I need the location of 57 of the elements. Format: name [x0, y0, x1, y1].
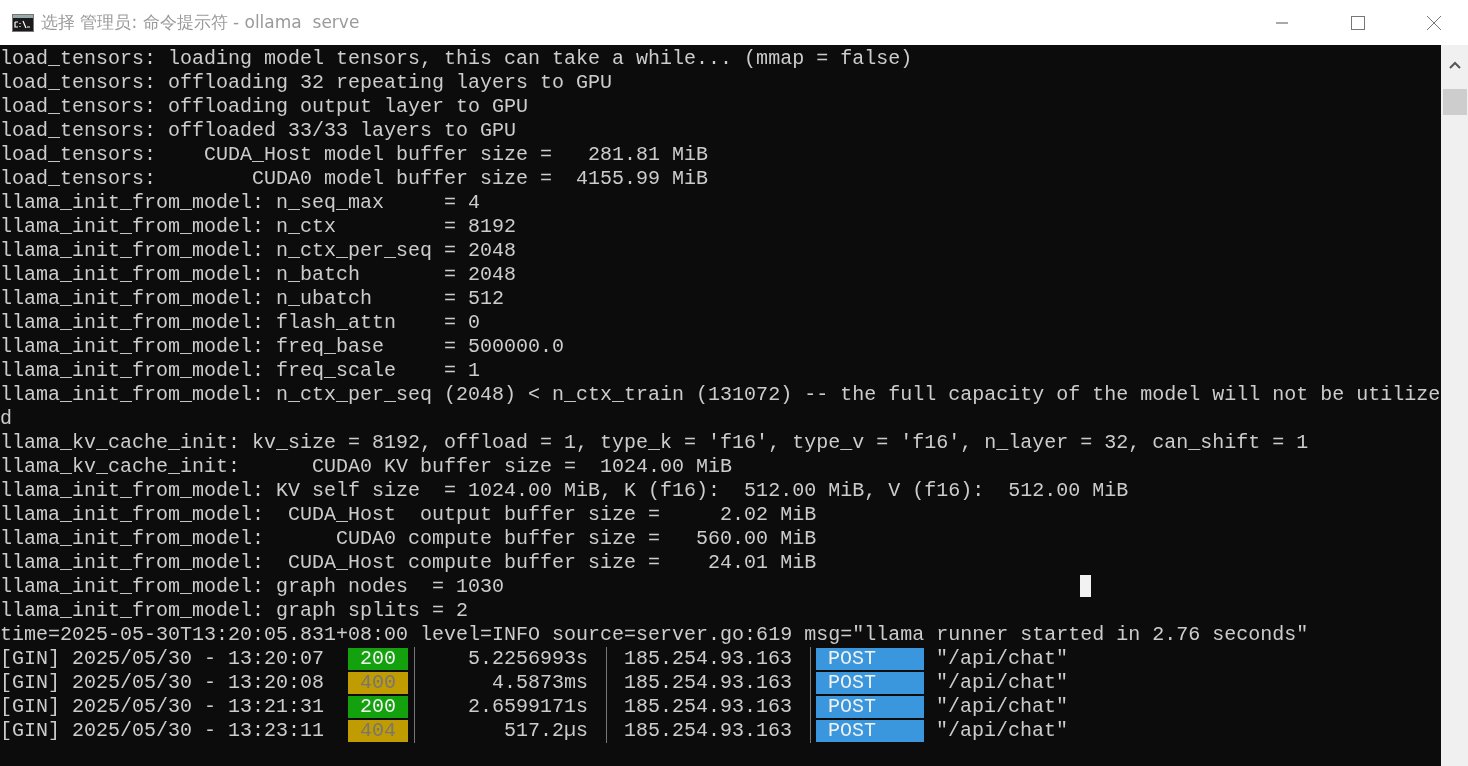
terminal-line: llama_init_from_model: KV self size = 1024.00 MiB, K (f16): 512.00 MiB, V (f16): 512.00 MiB [0, 479, 1129, 503]
terminal-line: llama_init_from_model: freq_scale = 1 [0, 359, 481, 383]
status-code-badge: 404 [348, 720, 409, 742]
ip-address: 185.254.93.163 [624, 719, 793, 743]
terminal-line: llama_kv_cache_init: kv_size = 8192, offload = 1, type_k = 'f16', type_v = 'f16', n_layer = 32, can_shift = 1 [0, 431, 1309, 455]
log-text: [GIN] 2025/05/30 - 13:20:08 [0, 671, 326, 695]
scrollbar-track[interactable] [1441, 45, 1468, 766]
command-prompt-icon [12, 13, 34, 32]
window-title: 选择 管理员: 命令提示符 - ollama serve [41, 11, 360, 34]
terminal-line: load_tensors: CUDA0 model buffer size = 4155.99 MiB [0, 167, 709, 191]
terminal-line: d [0, 407, 12, 431]
terminal-line: llama_init_from_model: flash_attn = 0 [0, 311, 481, 335]
terminal-line: llama_init_from_model: n_seq_max = 4 [0, 191, 481, 215]
maximize-icon [1350, 14, 1366, 31]
terminal-line: llama_init_from_model: n_ctx = 8192 [0, 215, 517, 239]
status-code-badge: 200 [348, 648, 409, 670]
request-path: "/api/chat" [936, 647, 1069, 671]
terminal-line: load_tensors: offloading 32 repeating layers to GPU [0, 71, 613, 95]
status-code-badge: 400 [348, 672, 409, 694]
status-code-badge: 200 [348, 696, 409, 718]
scrollbar-thumb[interactable] [1442, 89, 1467, 115]
method-badge: POST [816, 672, 925, 694]
request-path: "/api/chat" [936, 671, 1069, 695]
terminal-line: llama_init_from_model: graph nodes = 1030 [0, 575, 505, 599]
duration-text: 2.6599171s [468, 695, 589, 719]
terminal-line: llama_init_from_model: n_ubatch = 512 [0, 287, 505, 311]
method-badge: POST [816, 696, 925, 718]
ip-address: 185.254.93.163 [624, 647, 793, 671]
terminal-line: load_tensors: CUDA_Host model buffer size = 281.81 MiB [0, 143, 709, 167]
terminal-line: llama_init_from_model: CUDA_Host compute buffer size = 24.01 MiB [0, 551, 817, 575]
request-path: "/api/chat" [936, 719, 1069, 743]
terminal-line: llama_init_from_model: n_ctx_per_seq (2048) < n_ctx_train (131072) -- the full capacity of the model will not be utilize [0, 383, 1441, 407]
terminal-line: llama_init_from_model: n_ctx_per_seq = 2048 [0, 239, 517, 263]
chevron-up-icon [1448, 61, 1461, 69]
duration-text: 5.2256993s [468, 647, 589, 671]
request-path: "/api/chat" [936, 695, 1069, 719]
close-icon [1426, 14, 1442, 31]
terminal-line: llama_init_from_model: n_batch = 2048 [0, 263, 517, 287]
log-text: [GIN] 2025/05/30 - 13:20:07 [0, 647, 326, 671]
terminal-line: llama_init_from_model: CUDA_Host output buffer size = 2.02 MiB [0, 503, 817, 527]
text-cursor [1080, 575, 1092, 597]
ip-address: 185.254.93.163 [624, 695, 793, 719]
terminal-line: llama_kv_cache_init: CUDA0 KV buffer size = 1024.00 MiB [0, 455, 733, 479]
method-badge: POST [816, 648, 925, 670]
terminal-line: load_tensors: loading model tensors, this can take a while... (mmap = false) [0, 47, 913, 71]
terminal-line: llama_init_from_model: freq_base = 500000.0 [0, 335, 565, 359]
terminal-line: llama_init_from_model: graph splits = 2 [0, 599, 469, 623]
terminal-line: llama_init_from_model: CUDA0 compute buffer size = 560.00 MiB [0, 527, 817, 551]
log-text: [GIN] 2025/05/30 - 13:21:31 [0, 695, 326, 719]
terminal-line: load_tensors: offloaded 33/33 layers to GPU [0, 119, 517, 143]
ip-address: 185.254.93.163 [624, 671, 793, 695]
log-text: [GIN] 2025/05/30 - 13:23:11 [0, 719, 326, 743]
duration-text: 517.2µs [504, 719, 589, 743]
terminal-line: time=2025-05-30T13:20:05.831+08:00 level=INFO source=server.go:619 msg="llama runner started in 2.76 seconds" [0, 623, 1309, 647]
terminal-line: load_tensors: offloading output layer to GPU [0, 95, 529, 119]
method-badge: POST [816, 720, 925, 742]
duration-text: 4.5873ms [492, 671, 589, 695]
